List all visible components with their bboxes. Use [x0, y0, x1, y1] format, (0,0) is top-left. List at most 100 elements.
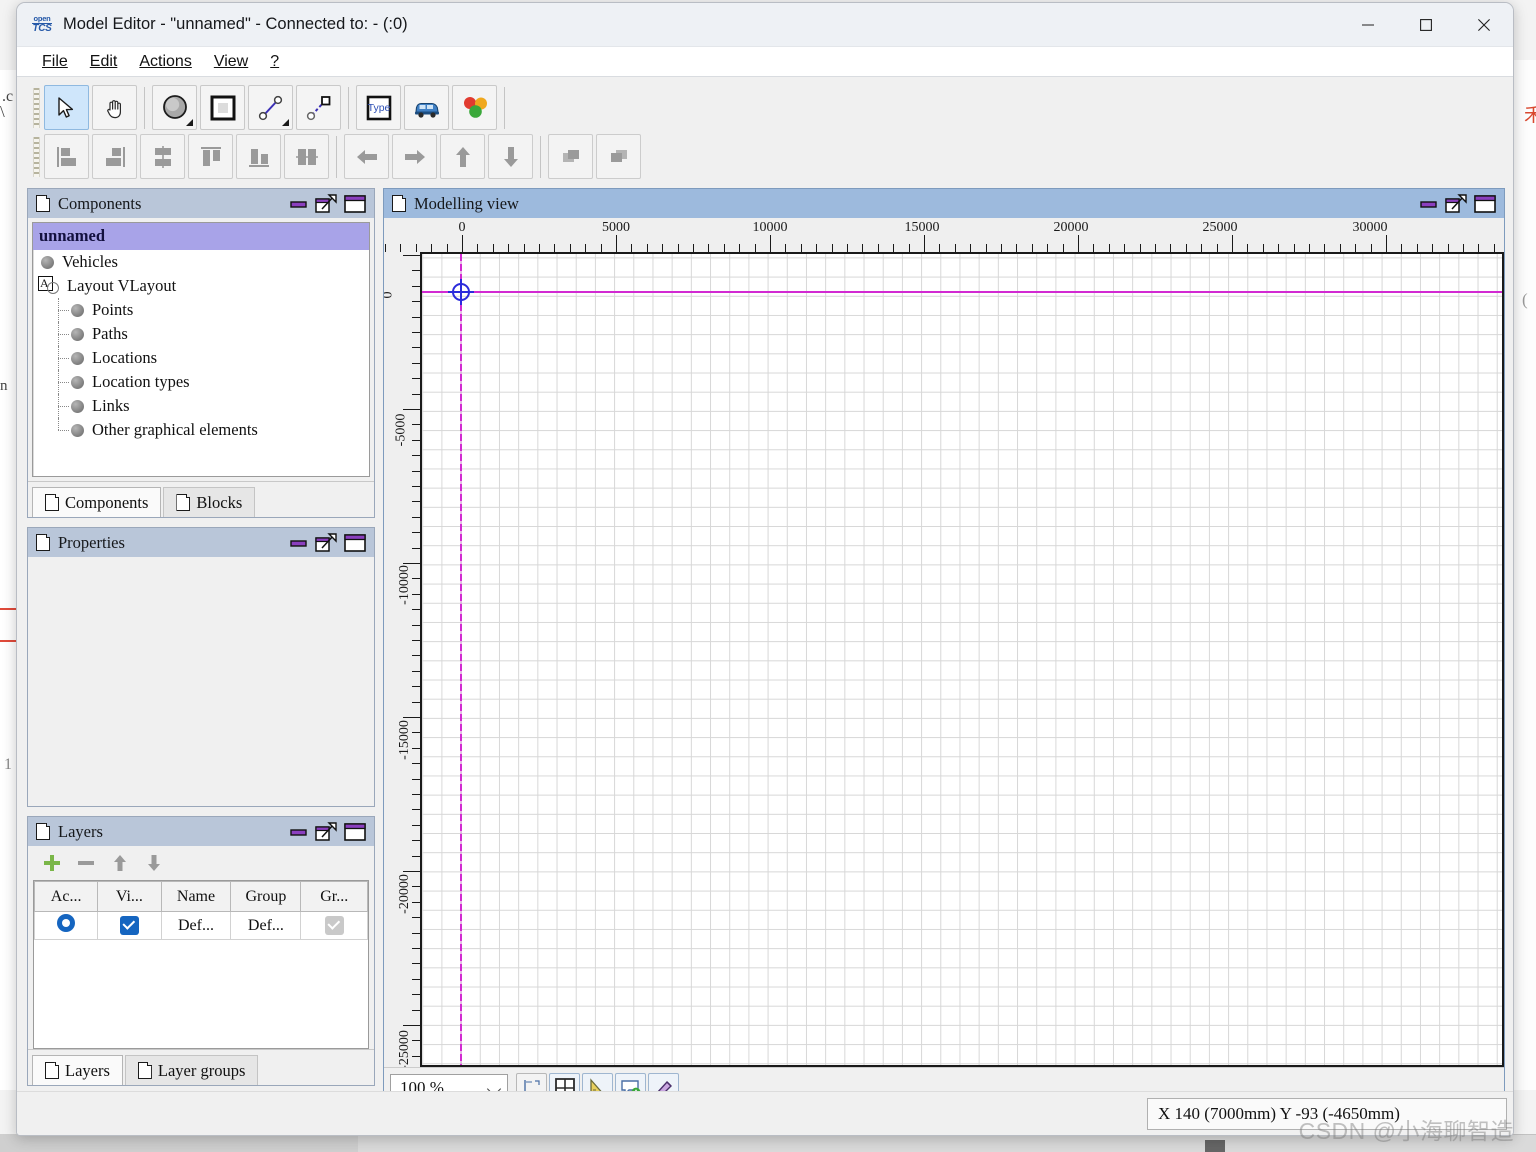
model-editor-window: open TCS Model Editor - "unnamed" - Conn… — [16, 2, 1514, 1136]
menu-edit[interactable]: Edit — [79, 51, 129, 73]
column-header-group[interactable]: Group — [230, 881, 302, 912]
origin-marker-icon[interactable] — [447, 278, 474, 305]
move-down-button[interactable] — [488, 134, 533, 179]
align-vertical-center-button[interactable] — [284, 134, 329, 179]
maximize-panel-button[interactable] — [344, 822, 366, 841]
tab-components[interactable]: Components — [32, 487, 162, 517]
move-left-button[interactable] — [344, 134, 389, 179]
path-line-icon — [258, 95, 282, 120]
ruler-v-minor-tick — [412, 732, 420, 734]
align-left-button[interactable] — [44, 134, 89, 179]
move-layer-down-button[interactable] — [144, 853, 164, 873]
menu-help[interactable]: ? — [259, 51, 290, 73]
remove-layer-button[interactable] — [76, 853, 96, 873]
tab-blocks[interactable]: Blocks — [163, 487, 256, 517]
align-bottom-button[interactable] — [236, 134, 281, 179]
properties-panel-body[interactable] — [27, 557, 375, 807]
column-header-group-visible[interactable]: Gr... — [300, 881, 368, 912]
create-link-tool-button[interactable] — [296, 85, 341, 130]
tab-layer-groups[interactable]: Layer groups — [124, 1055, 259, 1085]
send-to-back-button[interactable] — [596, 134, 641, 179]
align-hcenter-icon — [154, 145, 171, 168]
model-canvas[interactable] — [420, 252, 1504, 1067]
menu-actions[interactable]: Actions — [128, 51, 202, 73]
toolbar-grip[interactable] — [33, 87, 40, 128]
background-window-right[interactable] — [1512, 60, 1536, 1090]
pan-tool-button[interactable] — [92, 85, 137, 130]
maximize-panel-button[interactable] — [1474, 194, 1496, 213]
maximize-panel-button[interactable] — [344, 533, 366, 552]
cursor-coordinates-field: X 140 (7000mm) Y -93 (-4650mm) — [1147, 1097, 1507, 1130]
tree-connector — [47, 418, 71, 442]
create-location-type-tool-button[interactable]: Type — [356, 85, 401, 130]
align-top-button[interactable] — [188, 134, 233, 179]
layer-visible-checkbox[interactable] — [119, 916, 139, 935]
minus-icon — [78, 861, 94, 865]
tree-item-vehicles[interactable]: Vehicles — [33, 250, 369, 274]
ruler-v-minor-tick — [412, 994, 420, 996]
tree-item-links[interactable]: Links — [33, 394, 369, 418]
maximize-panel-button[interactable] — [344, 194, 366, 213]
panel-buttons — [290, 193, 370, 214]
layer-name-cell[interactable]: Def... — [160, 911, 232, 940]
minimize-panel-button[interactable] — [290, 825, 308, 839]
minimize-button[interactable] — [1339, 3, 1397, 47]
tree-item-label: Vehicles — [62, 252, 118, 271]
layer-active-radio-cell[interactable] — [33, 911, 99, 940]
align-right-button[interactable] — [92, 134, 137, 179]
tab-layers[interactable]: Layers — [32, 1055, 123, 1085]
move-right-button[interactable] — [392, 134, 437, 179]
minimize-panel-button[interactable] — [1420, 197, 1438, 211]
tree-item-location-types[interactable]: Location types — [33, 370, 369, 394]
create-location-tool-button[interactable] — [200, 85, 245, 130]
create-path-tool-button[interactable] — [248, 85, 293, 130]
select-tool-button[interactable] — [44, 85, 89, 130]
align-horizontal-center-button[interactable] — [140, 134, 185, 179]
layer-group-cell[interactable]: Def... — [230, 911, 302, 940]
float-panel-button[interactable] — [315, 532, 337, 553]
tree-root-unnamed[interactable]: unnamed — [33, 223, 369, 250]
ruler-v-minor-tick — [412, 978, 420, 980]
maximize-button[interactable] — [1397, 3, 1455, 47]
column-header-visible[interactable]: Vi... — [97, 881, 162, 912]
column-header-name[interactable]: Name — [160, 881, 232, 912]
create-point-tool-button[interactable] — [152, 85, 197, 130]
ruler-v-label: 0 — [384, 292, 397, 299]
layers-table-container[interactable]: Ac... Vi... Name Group Gr... Def... Def.… — [33, 880, 369, 1049]
layer-visible-checkbox-cell[interactable] — [97, 911, 162, 940]
ruler-v-minor-tick — [412, 378, 420, 380]
float-panel-button[interactable] — [315, 193, 337, 214]
minimize-panel-button[interactable] — [290, 197, 308, 211]
tree-item-label: Locations — [92, 348, 158, 367]
ruler-h-minor-tick — [1031, 244, 1033, 252]
create-block-tool-button[interactable] — [452, 85, 497, 130]
float-panel-button[interactable] — [1445, 193, 1467, 214]
tree-item-layout[interactable]: A Layout VLayout — [33, 274, 369, 298]
bring-to-front-button[interactable] — [548, 134, 593, 179]
move-up-button[interactable] — [440, 134, 485, 179]
components-tree[interactable]: unnamed Vehicles A Layout VLayout Points… — [32, 222, 370, 477]
ruler-h-minor-tick — [1247, 244, 1249, 252]
float-panel-button[interactable] — [315, 821, 337, 842]
tree-item-locations[interactable]: Locations — [33, 346, 369, 370]
close-button[interactable] — [1455, 3, 1513, 47]
taskbar-icon[interactable] — [1205, 1140, 1225, 1152]
tree-item-points[interactable]: Points — [33, 298, 369, 322]
canvas-area[interactable]: 0 5000 10000 15000 20000 25000 30000 0 -… — [384, 218, 1504, 1067]
create-vehicle-tool-button[interactable] — [404, 85, 449, 130]
menu-file[interactable]: File — [31, 51, 79, 73]
tree-item-paths[interactable]: Paths — [33, 322, 369, 346]
menu-view[interactable]: View — [203, 51, 259, 73]
toolbar-grip[interactable] — [33, 136, 40, 177]
move-layer-up-button[interactable] — [110, 853, 130, 873]
minimize-panel-button[interactable] — [290, 536, 308, 550]
layer-active-radio[interactable] — [57, 914, 76, 932]
add-layer-button[interactable] — [42, 853, 62, 873]
ruler-h-minor-tick — [1309, 244, 1310, 252]
table-row[interactable]: Def... Def... — [33, 911, 368, 940]
ruler-v-minor-tick — [412, 778, 420, 780]
ruler-v-minor-tick — [412, 840, 420, 842]
tree-item-other-graphical-elements[interactable]: Other graphical elements — [33, 418, 369, 442]
ruler-h-minor-tick — [600, 244, 602, 252]
column-header-active[interactable]: Ac... — [33, 881, 99, 912]
